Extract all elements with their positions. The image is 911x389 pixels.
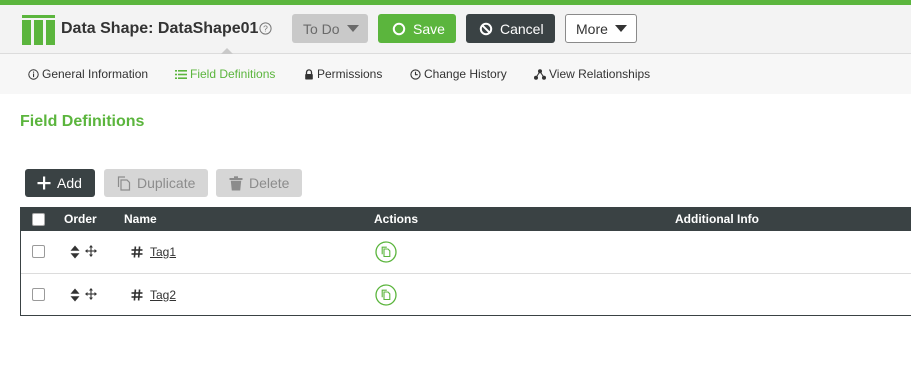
todo-label: To Do <box>303 20 340 37</box>
tab-label: Change History <box>424 67 507 81</box>
list-icon <box>175 69 187 79</box>
add-button[interactable]: Add <box>25 169 95 197</box>
column-header-additional-info[interactable]: Additional Info <box>675 212 759 226</box>
column-header-name[interactable]: Name <box>124 212 157 226</box>
clock-icon <box>410 68 421 80</box>
tab-label: View Relationships <box>549 67 651 81</box>
duplicate-label: Duplicate <box>137 175 196 191</box>
sort-icon[interactable] <box>70 288 80 302</box>
tab-view-relationships[interactable]: View Relationships <box>534 67 650 81</box>
table-row[interactable]: Tag2 <box>21 274 911 316</box>
ban-icon <box>479 22 493 35</box>
add-label: Add <box>57 175 82 191</box>
save-button[interactable]: Save <box>378 14 456 43</box>
field-name-link[interactable]: Tag1 <box>150 245 176 259</box>
section-title: Field Definitions <box>20 113 145 130</box>
tab-field-definitions[interactable]: Field Definitions <box>175 67 275 81</box>
tab-label: Permissions <box>317 67 383 81</box>
relationships-icon <box>534 68 546 80</box>
hash-icon <box>131 289 143 301</box>
duplicate-icon[interactable] <box>375 284 397 306</box>
tab-permissions[interactable]: Permissions <box>304 67 382 81</box>
field-name-link[interactable]: Tag2 <box>150 288 176 302</box>
field-definitions-grid: Order Name Actions Additional Info Tag1 <box>20 207 911 316</box>
duplicate-icon <box>117 175 131 191</box>
row-checkbox[interactable] <box>32 288 45 301</box>
tab-bar: General Information Field Definitions Pe… <box>0 54 911 94</box>
column-header-actions[interactable]: Actions <box>374 212 418 226</box>
delete-button[interactable]: Delete <box>216 169 302 197</box>
row-checkbox[interactable] <box>32 245 45 258</box>
plus-icon <box>37 176 51 190</box>
hash-icon <box>131 246 143 258</box>
app-logo <box>22 15 55 45</box>
svg-text:?: ? <box>263 24 268 34</box>
page-title: Data Shape: DataShape01 <box>61 20 259 37</box>
caret-down-icon <box>614 25 627 32</box>
active-tab-indicator <box>221 48 233 54</box>
column-header-order[interactable]: Order <box>64 212 97 226</box>
header-bar: Data Shape: DataShape01 ? To Do Save Can… <box>0 5 911 54</box>
cancel-label: Cancel <box>500 20 544 37</box>
trash-icon <box>229 175 243 190</box>
lock-icon <box>305 68 313 79</box>
caret-down-icon <box>346 25 359 32</box>
tab-label: General Information <box>42 67 149 81</box>
save-label: Save <box>413 20 445 37</box>
help-icon[interactable]: ? <box>259 22 272 35</box>
grid-header: Order Name Actions Additional Info <box>21 207 911 231</box>
table-row[interactable]: Tag1 <box>21 231 911 274</box>
tab-general-information[interactable]: General Information <box>28 67 148 81</box>
circle-icon <box>392 22 406 35</box>
info-icon <box>28 68 39 80</box>
tab-label: Field Definitions <box>190 67 276 81</box>
move-icon[interactable] <box>85 288 97 300</box>
cancel-button[interactable]: Cancel <box>466 14 555 43</box>
tab-change-history[interactable]: Change History <box>410 67 507 81</box>
sort-icon[interactable] <box>70 245 80 259</box>
more-label: More <box>576 20 608 37</box>
more-button[interactable]: More <box>565 14 637 43</box>
todo-button[interactable]: To Do <box>292 14 368 43</box>
duplicate-button[interactable]: Duplicate <box>104 169 208 197</box>
delete-label: Delete <box>249 175 290 191</box>
duplicate-icon[interactable] <box>375 241 397 263</box>
select-all-checkbox[interactable] <box>32 213 45 226</box>
move-icon[interactable] <box>85 245 97 257</box>
